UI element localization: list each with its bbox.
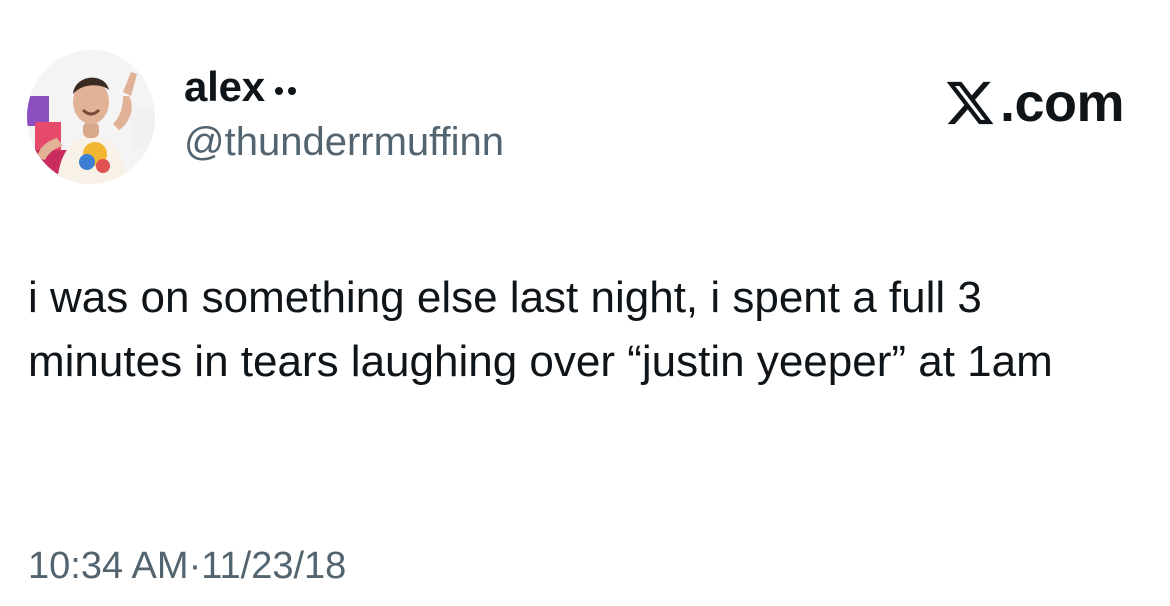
two-dots-icon <box>274 87 296 95</box>
tweet-timestamp[interactable]: 10:34 AM · 11/23/18 <box>28 547 346 585</box>
author-name-row: alex <box>184 66 296 108</box>
brand-label: .com <box>999 73 1125 133</box>
avatar[interactable] <box>27 50 155 184</box>
profile-photo <box>27 50 155 184</box>
tweet-date: 11/23/18 <box>201 545 347 587</box>
meta-separator: · <box>188 545 202 587</box>
author-handle[interactable]: @thunderrmuffinn <box>184 122 504 162</box>
x-logo-icon <box>946 81 994 125</box>
x-brand: .com <box>944 73 1125 133</box>
tweet-text: i was on something else last night, i sp… <box>28 273 1053 386</box>
tweet-time: 10:34 AM <box>28 545 189 587</box>
author-display-name[interactable]: alex <box>184 66 265 108</box>
tweet-card: alex @thunderrmuffinn .com i was on some… <box>0 0 1170 606</box>
